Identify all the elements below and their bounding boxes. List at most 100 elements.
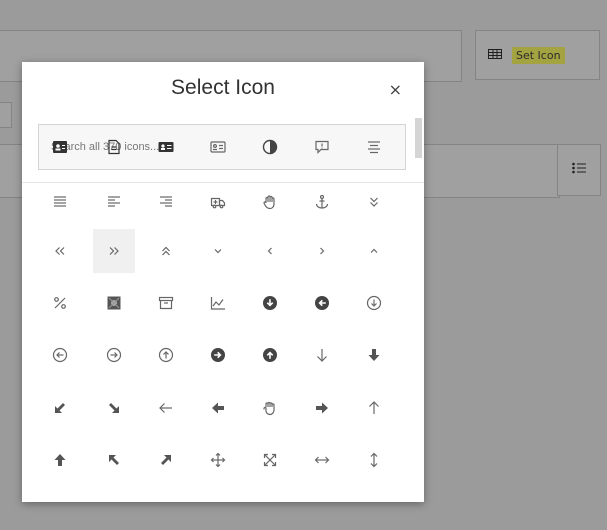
chart-area-icon (210, 295, 226, 311)
icon-option[interactable] (353, 180, 395, 224)
arrow-up-left-icon (106, 452, 122, 468)
icon-option[interactable] (145, 180, 187, 224)
arrow-circle-left-outline-icon (52, 347, 68, 363)
icon-option[interactable] (249, 281, 291, 325)
icon-option[interactable] (249, 333, 291, 377)
arrows-move-icon (210, 452, 226, 468)
ambulance-icon (210, 194, 226, 210)
icon-option[interactable] (93, 333, 135, 377)
icon-grid (38, 62, 406, 502)
angle-left-icon (262, 243, 278, 259)
arrow-circle-right-icon (210, 347, 226, 363)
arrow-up-right-icon (158, 452, 174, 468)
icon-option[interactable] (301, 180, 343, 224)
icon-option[interactable] (353, 281, 395, 325)
icon-option[interactable] (301, 438, 343, 482)
file-alt-icon (106, 139, 122, 155)
id-card-icon (52, 139, 68, 155)
icon-option[interactable] (301, 281, 343, 325)
icon-option[interactable] (249, 229, 291, 273)
align-center-icon (366, 139, 382, 155)
icon-option[interactable] (145, 333, 187, 377)
adjust-icon (262, 139, 278, 155)
icon-option[interactable] (197, 333, 239, 377)
angle-double-left-icon (52, 243, 68, 259)
icon-option[interactable] (145, 386, 187, 430)
archive-pattern-icon (106, 295, 122, 311)
icon-option[interactable] (39, 180, 81, 224)
arrows-vertical-icon (366, 452, 382, 468)
anchor-icon (314, 194, 330, 210)
arrow-up-icon (366, 400, 382, 416)
icon-option[interactable] (249, 386, 291, 430)
arrow-right-bold-icon (314, 400, 330, 416)
arrow-left-icon (158, 400, 174, 416)
align-left-icon (106, 194, 122, 210)
icon-option[interactable] (145, 281, 187, 325)
icon-option[interactable] (353, 386, 395, 430)
arrow-circle-left-icon (314, 295, 330, 311)
icon-option[interactable] (93, 180, 135, 224)
scrollbar-thumb[interactable] (415, 118, 422, 158)
angle-down-icon (210, 243, 226, 259)
icon-option[interactable] (353, 229, 395, 273)
icon-option[interactable] (353, 438, 395, 482)
icon-option[interactable] (39, 333, 81, 377)
id-card-outline-icon (210, 139, 226, 155)
arrows-horizontal-icon (314, 452, 330, 468)
icon-option[interactable] (93, 281, 135, 325)
angle-right-icon (314, 243, 330, 259)
icon-option[interactable] (145, 438, 187, 482)
archive-icon (158, 295, 174, 311)
arrow-circle-right-outline-icon (106, 347, 122, 363)
comment-exclamation-icon (314, 139, 330, 155)
select-icon-modal: Select Icon × (22, 62, 424, 502)
arrow-up-bold-icon (52, 452, 68, 468)
arrows-expand-icon (262, 452, 278, 468)
align-right-icon (158, 194, 174, 210)
icon-option[interactable] (197, 281, 239, 325)
icon-option[interactable] (197, 438, 239, 482)
icon-option[interactable] (197, 229, 239, 273)
icon-option[interactable] (39, 125, 81, 169)
arrow-circle-down-icon (262, 295, 278, 311)
icon-option[interactable] (301, 125, 343, 169)
icon-option[interactable] (301, 229, 343, 273)
icon-option[interactable] (145, 229, 187, 273)
angle-double-down-icon (366, 194, 382, 210)
icon-option[interactable] (39, 281, 81, 325)
address-card-icon (158, 139, 174, 155)
angle-double-up-icon (158, 243, 174, 259)
arrow-down-icon (314, 347, 330, 363)
arrow-down-right-icon (106, 400, 122, 416)
arrow-circle-up-outline-icon (158, 347, 174, 363)
icon-option[interactable] (93, 229, 135, 273)
icon-option[interactable] (39, 229, 81, 273)
icon-option[interactable] (249, 438, 291, 482)
icon-option[interactable] (39, 438, 81, 482)
icon-option[interactable] (249, 180, 291, 224)
icon-option[interactable] (93, 125, 135, 169)
icon-option[interactable] (301, 333, 343, 377)
percent-icon (52, 295, 68, 311)
arrow-down-bold-icon (366, 347, 382, 363)
icon-option[interactable] (145, 125, 187, 169)
icon-option[interactable] (301, 386, 343, 430)
icon-option[interactable] (197, 386, 239, 430)
icon-option[interactable] (197, 125, 239, 169)
angle-up-icon (366, 243, 382, 259)
icon-option[interactable] (353, 333, 395, 377)
hand-paper-icon (262, 194, 278, 210)
angle-double-right-icon (106, 243, 122, 259)
icon-option[interactable] (93, 386, 135, 430)
align-justify-icon (52, 194, 68, 210)
icon-option[interactable] (39, 386, 81, 430)
icon-option[interactable] (197, 180, 239, 224)
icon-option[interactable] (93, 438, 135, 482)
icon-option[interactable] (353, 125, 395, 169)
arrow-left-bold-icon (210, 400, 226, 416)
icon-option[interactable] (249, 125, 291, 169)
arrow-circle-down-outline-icon (366, 295, 382, 311)
arrow-down-left-icon (52, 400, 68, 416)
hand-rock-icon (262, 400, 278, 416)
